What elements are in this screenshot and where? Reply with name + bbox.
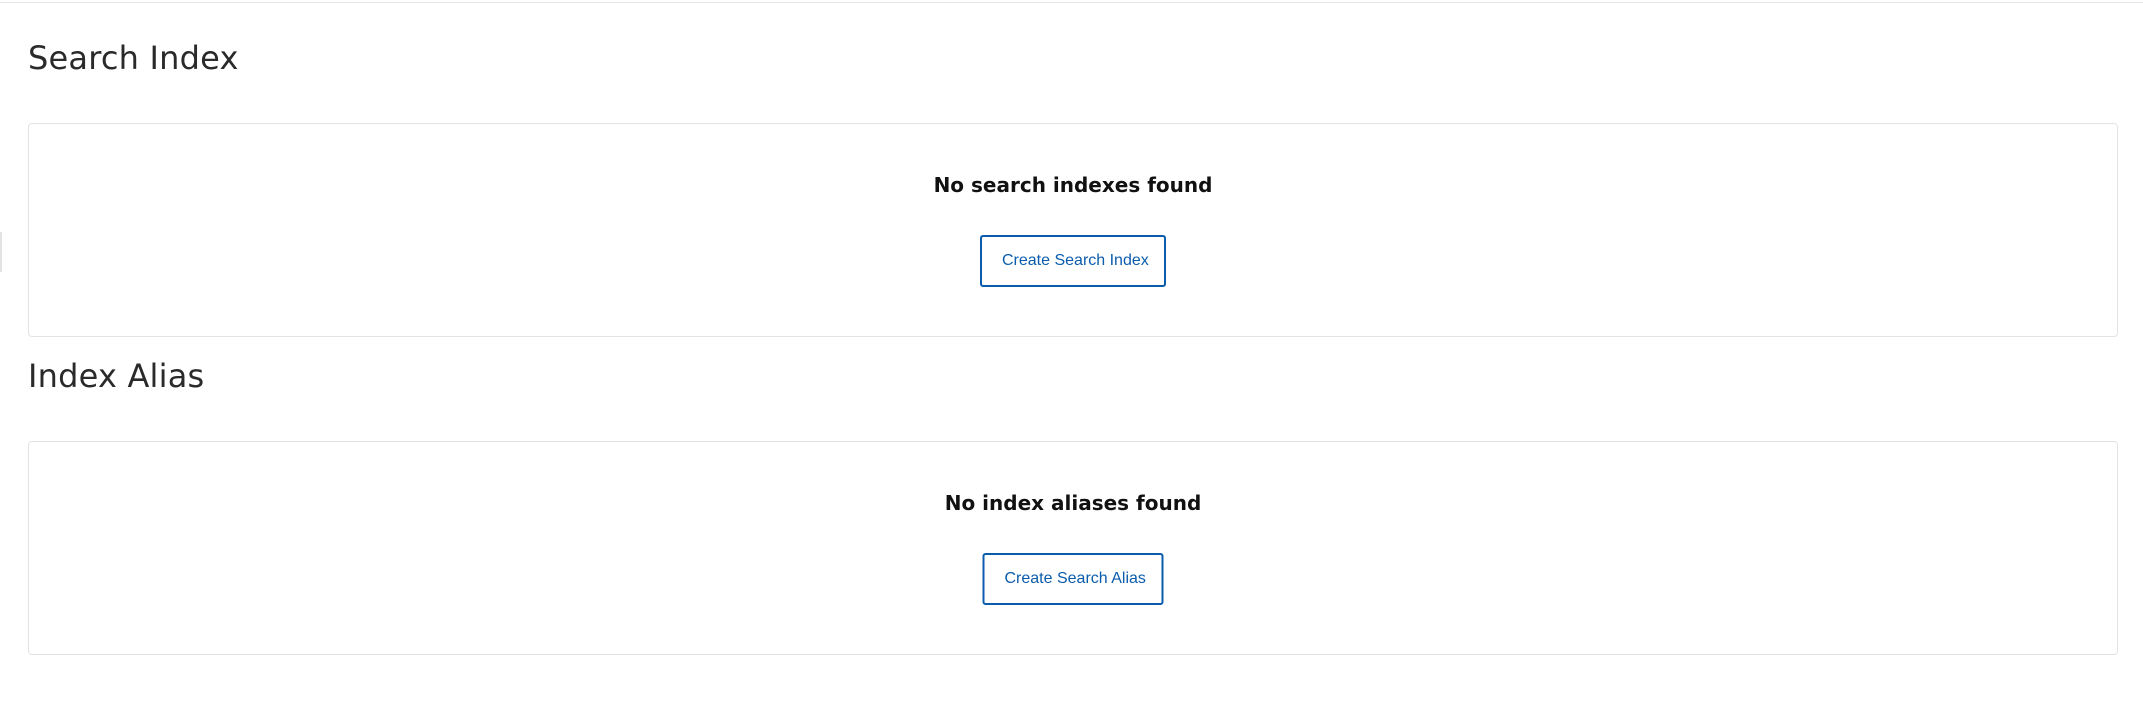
search-index-heading: Search Index <box>28 39 239 77</box>
search-index-empty-panel: No search indexes found Create Search In… <box>28 123 2118 337</box>
search-index-empty-message: No search indexes found <box>933 173 1213 197</box>
top-divider <box>0 0 2143 3</box>
create-search-alias-button[interactable]: Create Search Alias <box>982 553 1164 605</box>
left-edge-handle <box>0 232 2 272</box>
index-alias-empty-message: No index aliases found <box>944 491 1202 515</box>
index-alias-empty-panel: No index aliases found Create Search Ali… <box>28 441 2118 655</box>
create-search-index-button[interactable]: Create Search Index <box>980 235 1166 287</box>
index-alias-heading: Index Alias <box>28 357 205 395</box>
